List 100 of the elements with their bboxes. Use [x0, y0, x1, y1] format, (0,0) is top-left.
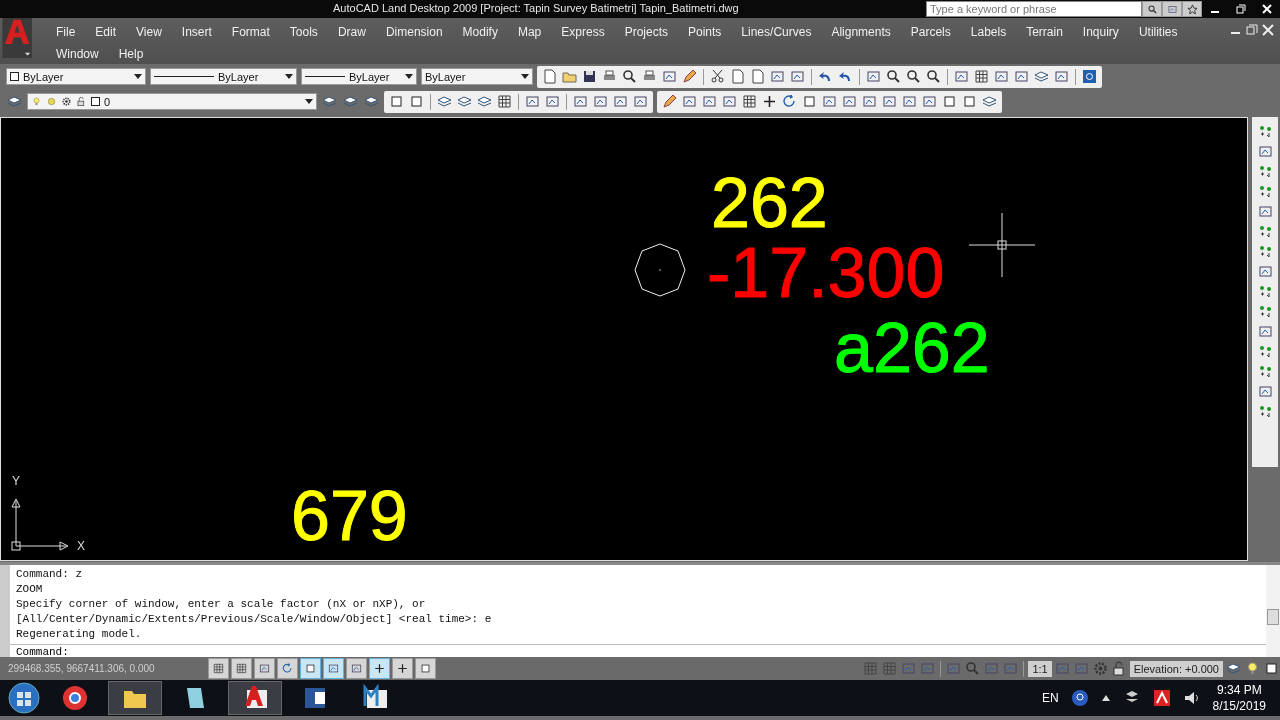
scrollbar[interactable] [1266, 565, 1280, 657]
menu-item[interactable]: Draw [327, 23, 376, 41]
tool-icon[interactable] [1053, 68, 1070, 85]
menu-item[interactable]: Utilities [1128, 23, 1188, 41]
zoom-icon[interactable] [905, 68, 922, 85]
taskbar-button[interactable] [108, 681, 162, 715]
tool-icon[interactable] [661, 68, 678, 85]
zoom-icon[interactable] [885, 68, 902, 85]
menu-item[interactable]: Lines/Curves [731, 23, 822, 41]
tool-icon[interactable] [632, 93, 649, 110]
clock[interactable]: 9:34 PM 8/15/2019 [1212, 682, 1266, 714]
menu-item[interactable]: Alignments [821, 23, 901, 41]
caret-icon[interactable] [405, 74, 413, 79]
tool-icon[interactable] [821, 93, 838, 110]
tool-icon[interactable] [881, 93, 898, 110]
search-icon[interactable] [1146, 3, 1158, 15]
menu-item[interactable]: Edit [85, 23, 127, 41]
picture-frame-icon[interactable] [1166, 3, 1178, 15]
menu-item[interactable]: Inquiry [1072, 23, 1129, 41]
tool-icon[interactable] [592, 93, 609, 110]
drawing-canvas[interactable]: 262 -17.300 a262 Y X 679 [0, 117, 1248, 561]
layer-dropdown[interactable]: 0 [27, 93, 317, 110]
tool-icon[interactable] [789, 68, 806, 85]
tool-icon[interactable] [953, 68, 970, 85]
tool-icon[interactable] [769, 68, 786, 85]
menu-item[interactable]: Window [46, 45, 109, 63]
grid-icon[interactable] [741, 93, 758, 110]
grid-icon[interactable] [496, 93, 513, 110]
help-icon[interactable] [1070, 689, 1089, 707]
restore-icon[interactable] [1236, 4, 1246, 14]
property-dropdown[interactable]: ByLayer [301, 68, 417, 85]
tool-icon[interactable] [861, 93, 878, 110]
language-indicator[interactable]: EN [1041, 691, 1059, 705]
tool-icon[interactable] [993, 68, 1010, 85]
copy-icon[interactable] [729, 68, 746, 85]
app-icon[interactable] [61, 684, 89, 712]
tool-icon[interactable] [901, 93, 918, 110]
close-icon[interactable] [1262, 24, 1274, 36]
tool-icon[interactable] [1256, 263, 1274, 280]
menu-item[interactable]: Help [108, 45, 154, 63]
tray-app-icon[interactable] [1152, 689, 1171, 707]
grip-handle[interactable] [0, 565, 10, 657]
menu-item[interactable]: Points [678, 23, 732, 41]
tool-icon[interactable] [681, 93, 698, 110]
tool-icon[interactable] [1256, 383, 1274, 400]
menu-item[interactable]: File [46, 23, 86, 41]
tool-icon[interactable] [841, 93, 858, 110]
tool-icon[interactable] [1263, 660, 1280, 677]
annotation-scale[interactable]: 1:1 [1028, 660, 1052, 677]
tool-icon[interactable] [701, 93, 718, 110]
menu-item[interactable]: Terrain [1016, 23, 1073, 41]
favorite-button[interactable] [1182, 1, 1202, 17]
tool-icon[interactable] [1256, 143, 1274, 160]
menu-item[interactable]: Format [221, 23, 280, 41]
tool-icon[interactable] [921, 93, 938, 110]
property-dropdown[interactable]: ByLayer [421, 68, 533, 85]
menu-item[interactable]: Dimension [375, 23, 453, 41]
star-icon[interactable] [1186, 3, 1198, 15]
taskbar-button[interactable] [228, 681, 282, 715]
pencil-icon[interactable] [681, 68, 698, 85]
rotate-icon[interactable] [781, 93, 798, 110]
menu-item[interactable]: View [126, 23, 172, 41]
caret-icon[interactable] [521, 74, 529, 79]
menu-item[interactable]: Express [551, 23, 615, 41]
zoom-icon[interactable] [925, 68, 942, 85]
save-icon[interactable] [581, 68, 598, 85]
property-dropdown[interactable]: ByLayer [6, 68, 146, 85]
tool-icon[interactable] [612, 93, 629, 110]
tool-icon[interactable] [865, 68, 882, 85]
tool-icon[interactable] [1256, 203, 1274, 220]
caret-icon[interactable] [305, 99, 313, 104]
search-field[interactable]: Type a keyword or phrase [926, 1, 1142, 17]
up-arrow-icon[interactable] [1100, 693, 1111, 703]
tool-icon[interactable] [721, 93, 738, 110]
tool-icon[interactable] [572, 93, 589, 110]
toolbar-button[interactable] [1162, 1, 1182, 17]
property-dropdown[interactable]: ByLayer [150, 68, 297, 85]
tool-icon[interactable] [544, 93, 561, 110]
pencil-icon[interactable] [661, 93, 678, 110]
tool-icon[interactable] [1256, 323, 1274, 340]
menu-item[interactable]: Tools [279, 23, 328, 41]
speaker-icon[interactable] [1182, 689, 1201, 707]
caret-icon[interactable] [285, 74, 293, 79]
caret-icon[interactable] [134, 74, 142, 79]
search-button[interactable] [1142, 1, 1162, 17]
paste-icon[interactable] [749, 68, 766, 85]
start-button[interactable] [6, 681, 42, 715]
menu-item[interactable]: Map [507, 23, 552, 41]
scissors-icon[interactable] [709, 68, 726, 85]
tool-icon[interactable] [1013, 68, 1030, 85]
preview-icon[interactable] [621, 68, 638, 85]
grid-icon[interactable] [973, 68, 990, 85]
tool-icon[interactable] [524, 93, 541, 110]
move-icon[interactable] [761, 93, 778, 110]
menu-item[interactable]: Insert [171, 23, 222, 41]
new-file-icon[interactable] [541, 68, 558, 85]
menu-item[interactable]: Parcels [900, 23, 961, 41]
menu-item[interactable]: Labels [960, 23, 1017, 41]
menu-item[interactable]: Projects [614, 23, 678, 41]
menu-item[interactable]: Modify [452, 23, 508, 41]
